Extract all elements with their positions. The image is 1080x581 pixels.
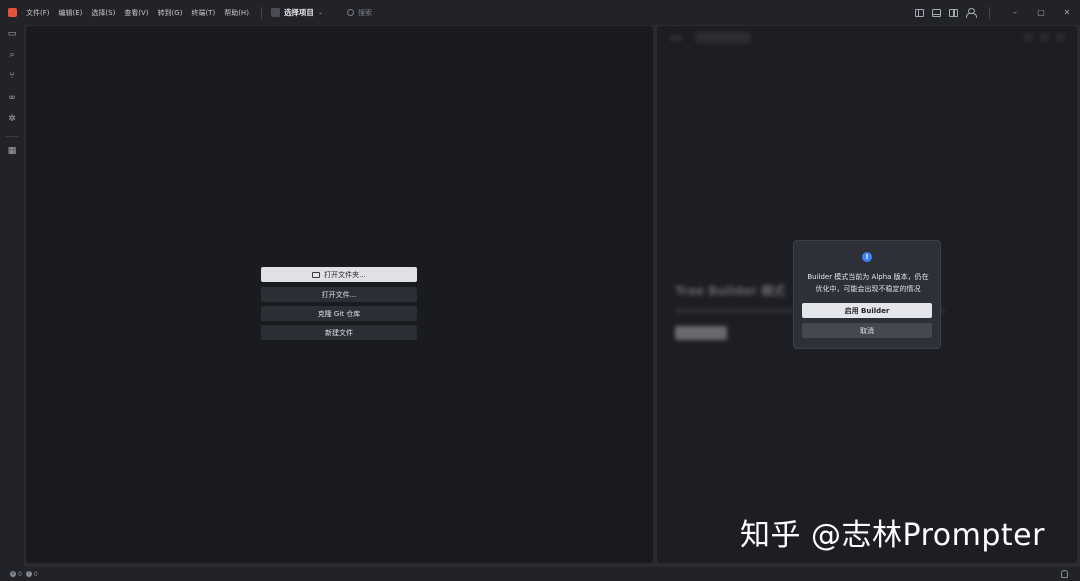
restore-button[interactable]: ▢: [1028, 8, 1054, 17]
dialog-message-line2: 优化中，可能会出现不稳定的情况: [815, 285, 921, 293]
minimize-button[interactable]: –: [1002, 8, 1028, 17]
info-icon: !: [862, 252, 872, 262]
menu-file[interactable]: 文件(F): [26, 8, 50, 18]
project-icon: [270, 8, 280, 17]
builder-action-button[interactable]: [675, 326, 727, 340]
dialog-message: Builder 模式当前为 Alpha 版本，仍在 优化中，可能会出现不稳定的情…: [800, 271, 936, 295]
app-logo: [8, 8, 17, 17]
menu-view[interactable]: 查看(V): [124, 8, 148, 18]
search-icon: [346, 9, 354, 16]
debug-icon[interactable]: ✲: [7, 114, 17, 124]
source-control-icon[interactable]: ⑂: [7, 71, 17, 81]
toggle-secondary-sidebar-icon[interactable]: [949, 8, 958, 17]
menu-help[interactable]: 帮助(H): [224, 8, 249, 18]
watermark: 知乎 @志林Prompter: [740, 518, 1045, 553]
project-selector[interactable]: 选择项目 ⌄: [270, 7, 323, 18]
enable-builder-button[interactable]: 启用 Builder: [802, 303, 932, 318]
dialog-message-line1: Builder 模式当前为 Alpha 版本，仍在: [807, 273, 929, 281]
search-icon[interactable]: ⌕: [7, 50, 17, 60]
notifications-bell-icon[interactable]: [1061, 570, 1068, 578]
builder-heading: Trae Builder 模式: [675, 284, 785, 298]
project-label: 选择项目: [283, 8, 314, 17]
menu-selection[interactable]: 选择(S): [91, 8, 115, 18]
activity-bar: ▭ ⌕ ⑂ ∞ ✲ ▦: [0, 25, 24, 567]
warning-count: 0: [33, 570, 38, 578]
title-bar: 文件(F) 编辑(E) 选择(S) 查看(V) 转到(G) 终端(T) 帮助(H…: [0, 0, 1080, 25]
account-icon[interactable]: [966, 8, 977, 18]
toggle-panel-icon[interactable]: [932, 8, 941, 17]
menu-edit[interactable]: 编辑(E): [59, 8, 83, 18]
remote-link-icon[interactable]: ∞: [7, 93, 17, 103]
explorer-icon[interactable]: ▭: [7, 29, 17, 39]
open-folder-button[interactable]: 打开文件夹...: [261, 267, 417, 282]
search-box[interactable]: 搜索: [346, 8, 372, 18]
clone-git-repo-button[interactable]: 克隆 Git 仓库: [261, 306, 417, 321]
cancel-button[interactable]: 取消: [802, 323, 932, 338]
status-bar: × 0 ! 0: [0, 567, 1080, 581]
new-file-button[interactable]: 新建文件: [261, 325, 417, 340]
divider: [989, 6, 990, 19]
menu-go[interactable]: 转到(G): [158, 8, 183, 18]
search-placeholder: 搜索: [357, 8, 372, 17]
error-icon: ×: [10, 571, 16, 577]
open-file-button[interactable]: 打开文件...: [261, 287, 417, 302]
divider: [260, 6, 262, 19]
folder-icon: [312, 271, 321, 278]
warning-icon: !: [25, 571, 32, 577]
chevron-down-icon: ⌄: [317, 9, 323, 16]
close-button[interactable]: ✕: [1054, 8, 1080, 17]
error-count: 0: [18, 570, 22, 578]
new-chat-icon[interactable]: [1025, 34, 1032, 41]
menu-terminal[interactable]: 终端(T): [191, 8, 215, 18]
chat-tab[interactable]: [669, 36, 683, 40]
close-panel-icon[interactable]: [1057, 34, 1064, 41]
editor-area: 打开文件夹... 打开文件... 克隆 Git 仓库 新建文件: [26, 26, 653, 563]
builder-alpha-dialog: ! Builder 模式当前为 Alpha 版本，仍在 优化中，可能会出现不稳定…: [793, 240, 941, 349]
toggle-sidebar-icon[interactable]: [915, 8, 924, 17]
history-icon[interactable]: [1041, 34, 1048, 41]
open-folder-label: 打开文件夹...: [324, 270, 366, 279]
builder-tab[interactable]: [695, 32, 751, 43]
extensions-icon[interactable]: ▦: [7, 146, 17, 156]
divider: [6, 136, 18, 137]
errors-indicator[interactable]: × 0: [10, 571, 22, 578]
warnings-indicator[interactable]: ! 0: [25, 570, 38, 578]
